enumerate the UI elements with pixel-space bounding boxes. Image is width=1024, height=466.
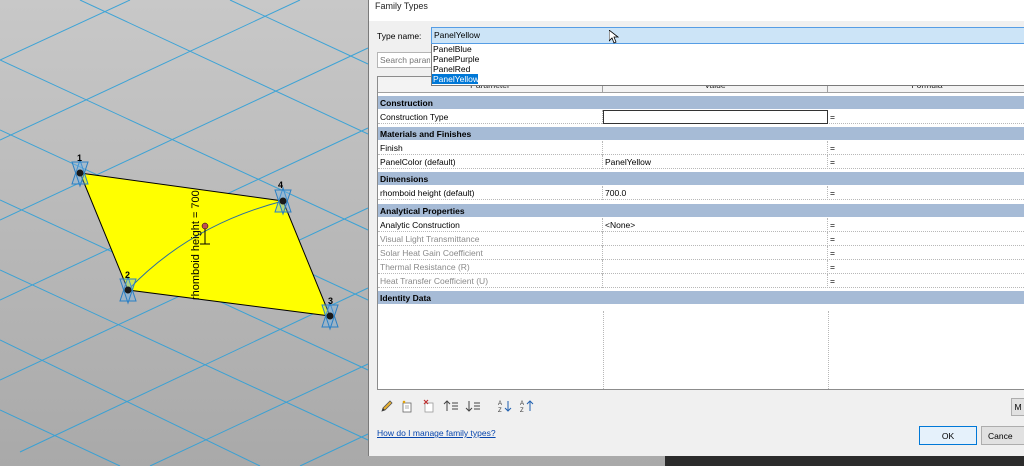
- sort-descending-icon[interactable]: A Z: [519, 398, 535, 414]
- column-divider: [603, 311, 604, 389]
- sort-ascending-icon[interactable]: A Z: [497, 398, 513, 414]
- param-name: Thermal Resistance (R): [378, 260, 603, 274]
- param-name: Analytic Construction: [378, 218, 603, 232]
- param-value: [603, 260, 828, 274]
- table-row[interactable]: Analytic Construction <None> =: [378, 218, 1024, 232]
- help-link[interactable]: How do I manage family types?: [377, 428, 496, 438]
- table-row[interactable]: rhomboid height (default) 700.0 =: [378, 186, 1024, 200]
- table-row[interactable]: Thermal Resistance (R) =: [378, 260, 1024, 274]
- param-value: [603, 246, 828, 260]
- new-type-icon[interactable]: [399, 398, 415, 414]
- param-name: Finish: [378, 141, 603, 155]
- param-formula[interactable]: =: [828, 141, 1024, 155]
- point-label-4: 4: [278, 180, 283, 190]
- param-value[interactable]: [603, 141, 828, 155]
- group-construction[interactable]: Construction: [378, 96, 1024, 110]
- column-divider: [828, 311, 829, 389]
- group-identity-data[interactable]: Identity Data: [378, 291, 1024, 305]
- param-name: Construction Type: [378, 110, 603, 124]
- param-formula: =: [830, 262, 835, 272]
- group-analytical-properties[interactable]: Analytical Properties: [378, 204, 1024, 218]
- ok-button[interactable]: OK: [919, 426, 977, 445]
- move-down-icon[interactable]: [465, 398, 481, 414]
- group-dimensions[interactable]: Dimensions: [378, 172, 1024, 186]
- param-formula: =: [830, 276, 835, 286]
- param-value[interactable]: <None>: [603, 218, 828, 232]
- delete-type-icon[interactable]: [421, 398, 437, 414]
- param-formula: =: [830, 248, 835, 258]
- parameters-grid: Parameter Value Formula Construction Con…: [377, 76, 1024, 390]
- dialog-titlebar[interactable]: Family Types: [369, 0, 1024, 21]
- svg-text:A: A: [498, 401, 502, 407]
- construction-type-value-input[interactable]: [603, 110, 828, 124]
- param-formula[interactable]: =: [828, 186, 1024, 200]
- group-materials-and-finishes[interactable]: Materials and Finishes: [378, 127, 1024, 141]
- control-point-4[interactable]: [279, 197, 287, 205]
- point-label-2: 2: [125, 270, 130, 280]
- param-name: PanelColor (default): [378, 155, 603, 169]
- table-row[interactable]: Solar Heat Gain Coefficient =: [378, 246, 1024, 260]
- type-option-panelyellow[interactable]: PanelYellow: [432, 74, 479, 84]
- svg-text:Z: Z: [498, 408, 502, 414]
- param-value[interactable]: 700.0: [603, 186, 828, 200]
- param-formula[interactable]: =: [828, 155, 1024, 169]
- table-row[interactable]: Heat Transfer Coefficient (U) =: [378, 274, 1024, 288]
- type-option-panelpurple[interactable]: PanelPurple: [432, 54, 1024, 64]
- table-row[interactable]: Finish =: [378, 141, 1024, 155]
- type-option-panelblue[interactable]: PanelBlue: [432, 44, 1024, 54]
- pencil-icon[interactable]: [379, 398, 395, 414]
- dimension-label[interactable]: rhomboid height = 700: [190, 190, 202, 300]
- param-value: [603, 232, 828, 246]
- svg-text:Z: Z: [520, 408, 524, 414]
- type-option-panelred[interactable]: PanelRed: [432, 64, 1024, 74]
- svg-text:A: A: [520, 401, 524, 407]
- param-formula: =: [830, 234, 835, 244]
- control-point-2[interactable]: [124, 286, 132, 294]
- point-label-3: 3: [328, 296, 333, 306]
- control-point-1[interactable]: [76, 169, 84, 177]
- param-name: Solar Heat Gain Coefficient: [378, 246, 603, 260]
- manage-lookup-tables-button[interactable]: M: [1011, 398, 1024, 416]
- control-point-3[interactable]: [326, 312, 334, 320]
- family-types-dialog: Family Types Type name: PanelYellow Pane…: [368, 0, 1024, 456]
- table-row[interactable]: PanelColor (default) PanelYellow =: [378, 155, 1024, 169]
- mouse-cursor-icon: [609, 30, 619, 44]
- search-parameters-input[interactable]: [377, 52, 433, 68]
- type-name-label: Type name:: [377, 31, 422, 41]
- param-name: Visual Light Transmittance: [378, 232, 603, 246]
- param-value[interactable]: PanelYellow: [603, 155, 828, 169]
- point-label-1: 1: [77, 153, 82, 163]
- move-up-icon[interactable]: [443, 398, 459, 414]
- dialog-title: Family Types: [375, 1, 428, 11]
- table-row[interactable]: Construction Type =: [378, 110, 1024, 124]
- type-name-select[interactable]: PanelYellow: [431, 27, 1024, 44]
- param-value: [603, 274, 828, 288]
- param-formula[interactable]: =: [828, 218, 1024, 232]
- type-name-dropdown-list[interactable]: PanelBlue PanelPurple PanelRed PanelYell…: [431, 44, 1024, 86]
- param-formula[interactable]: =: [828, 110, 1024, 124]
- param-name: rhomboid height (default): [378, 186, 603, 200]
- cancel-button[interactable]: Cance: [981, 426, 1024, 445]
- table-row[interactable]: Visual Light Transmittance =: [378, 232, 1024, 246]
- param-name: Heat Transfer Coefficient (U): [378, 274, 603, 288]
